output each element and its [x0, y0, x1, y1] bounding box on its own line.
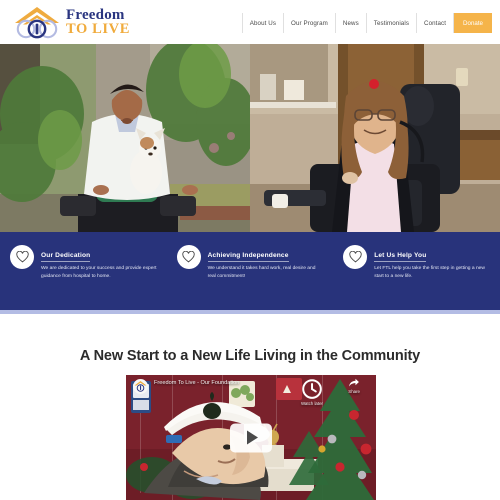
share-arrow-icon	[349, 378, 360, 387]
feature-description: Let FTL help you take the first step in …	[374, 266, 485, 280]
nav-item-news[interactable]: News	[336, 13, 367, 33]
heart-outline-icon	[343, 245, 368, 269]
video-player[interactable]: Freedom To Live - Our Foundation Watch l…	[126, 375, 376, 500]
logo-line-2: TO LIVE	[66, 20, 130, 37]
clock-icon	[302, 379, 322, 399]
primary-navigation: About Us Our Program News Testimonials C…	[241, 13, 492, 33]
feature-achieving-independence[interactable]: Achieving Independence We understand it …	[167, 232, 334, 281]
page-title: A New Start to a New Life Living in the …	[79, 347, 421, 364]
logo-wordmark: Freedom TO LIVE	[66, 7, 130, 37]
share-button[interactable]: Share	[348, 378, 360, 394]
band-accent-strip	[0, 310, 500, 314]
house-roof-rings-logo-icon	[12, 4, 62, 40]
feature-body: Let Us Help You Let FTL help you take th…	[374, 244, 490, 281]
feature-let-us-help-you[interactable]: Let Us Help You Let FTL help you take th…	[333, 232, 500, 281]
webpage-root: Freedom TO LIVE About Us Our Program New…	[0, 0, 500, 500]
feature-our-dedication[interactable]: Our Dedication We are dedicated to your …	[0, 232, 167, 281]
feature-body: Our Dedication We are dedicated to your …	[41, 244, 157, 281]
share-label: Share	[348, 388, 360, 394]
feature-title: Our Dedication	[41, 252, 91, 262]
play-button[interactable]	[230, 423, 272, 452]
site-logo[interactable]: Freedom TO LIVE	[12, 3, 130, 41]
feature-title: Let Us Help You	[374, 252, 427, 262]
hero-image-woman-wheelchair[interactable]	[250, 44, 500, 232]
play-triangle-icon	[247, 430, 258, 445]
feature-description: We understand it takes hard work, real d…	[207, 266, 316, 280]
feature-body: Achieving Independence We understand it …	[207, 244, 324, 281]
hero-image-man-with-dog[interactable]	[0, 44, 250, 232]
heart-outline-icon	[10, 245, 34, 269]
video-title[interactable]: Freedom To Live - Our Foundation	[154, 380, 239, 386]
watch-later-label: Watch later	[300, 401, 323, 407]
nav-item-our-program[interactable]: Our Program	[284, 13, 336, 33]
video-overlay: Freedom To Live - Our Foundation Watch l…	[126, 375, 376, 500]
channel-avatar-icon[interactable]	[132, 378, 149, 395]
nav-item-testimonials[interactable]: Testimonials	[367, 13, 418, 33]
watch-later-button[interactable]: Watch later	[301, 378, 323, 406]
nav-item-about-us[interactable]: About Us	[241, 13, 285, 33]
nav-item-contact[interactable]: Contact	[417, 13, 455, 33]
feature-title: Achieving Independence	[207, 252, 289, 262]
donate-button[interactable]: Donate	[454, 13, 492, 33]
features-band: Our Dedication We are dedicated to your …	[0, 232, 500, 310]
hero-slider	[0, 44, 500, 232]
feature-description: We are dedicated to your success and pro…	[41, 266, 157, 280]
site-header: Freedom TO LIVE About Us Our Program New…	[0, 0, 500, 44]
heart-outline-icon	[176, 245, 201, 269]
